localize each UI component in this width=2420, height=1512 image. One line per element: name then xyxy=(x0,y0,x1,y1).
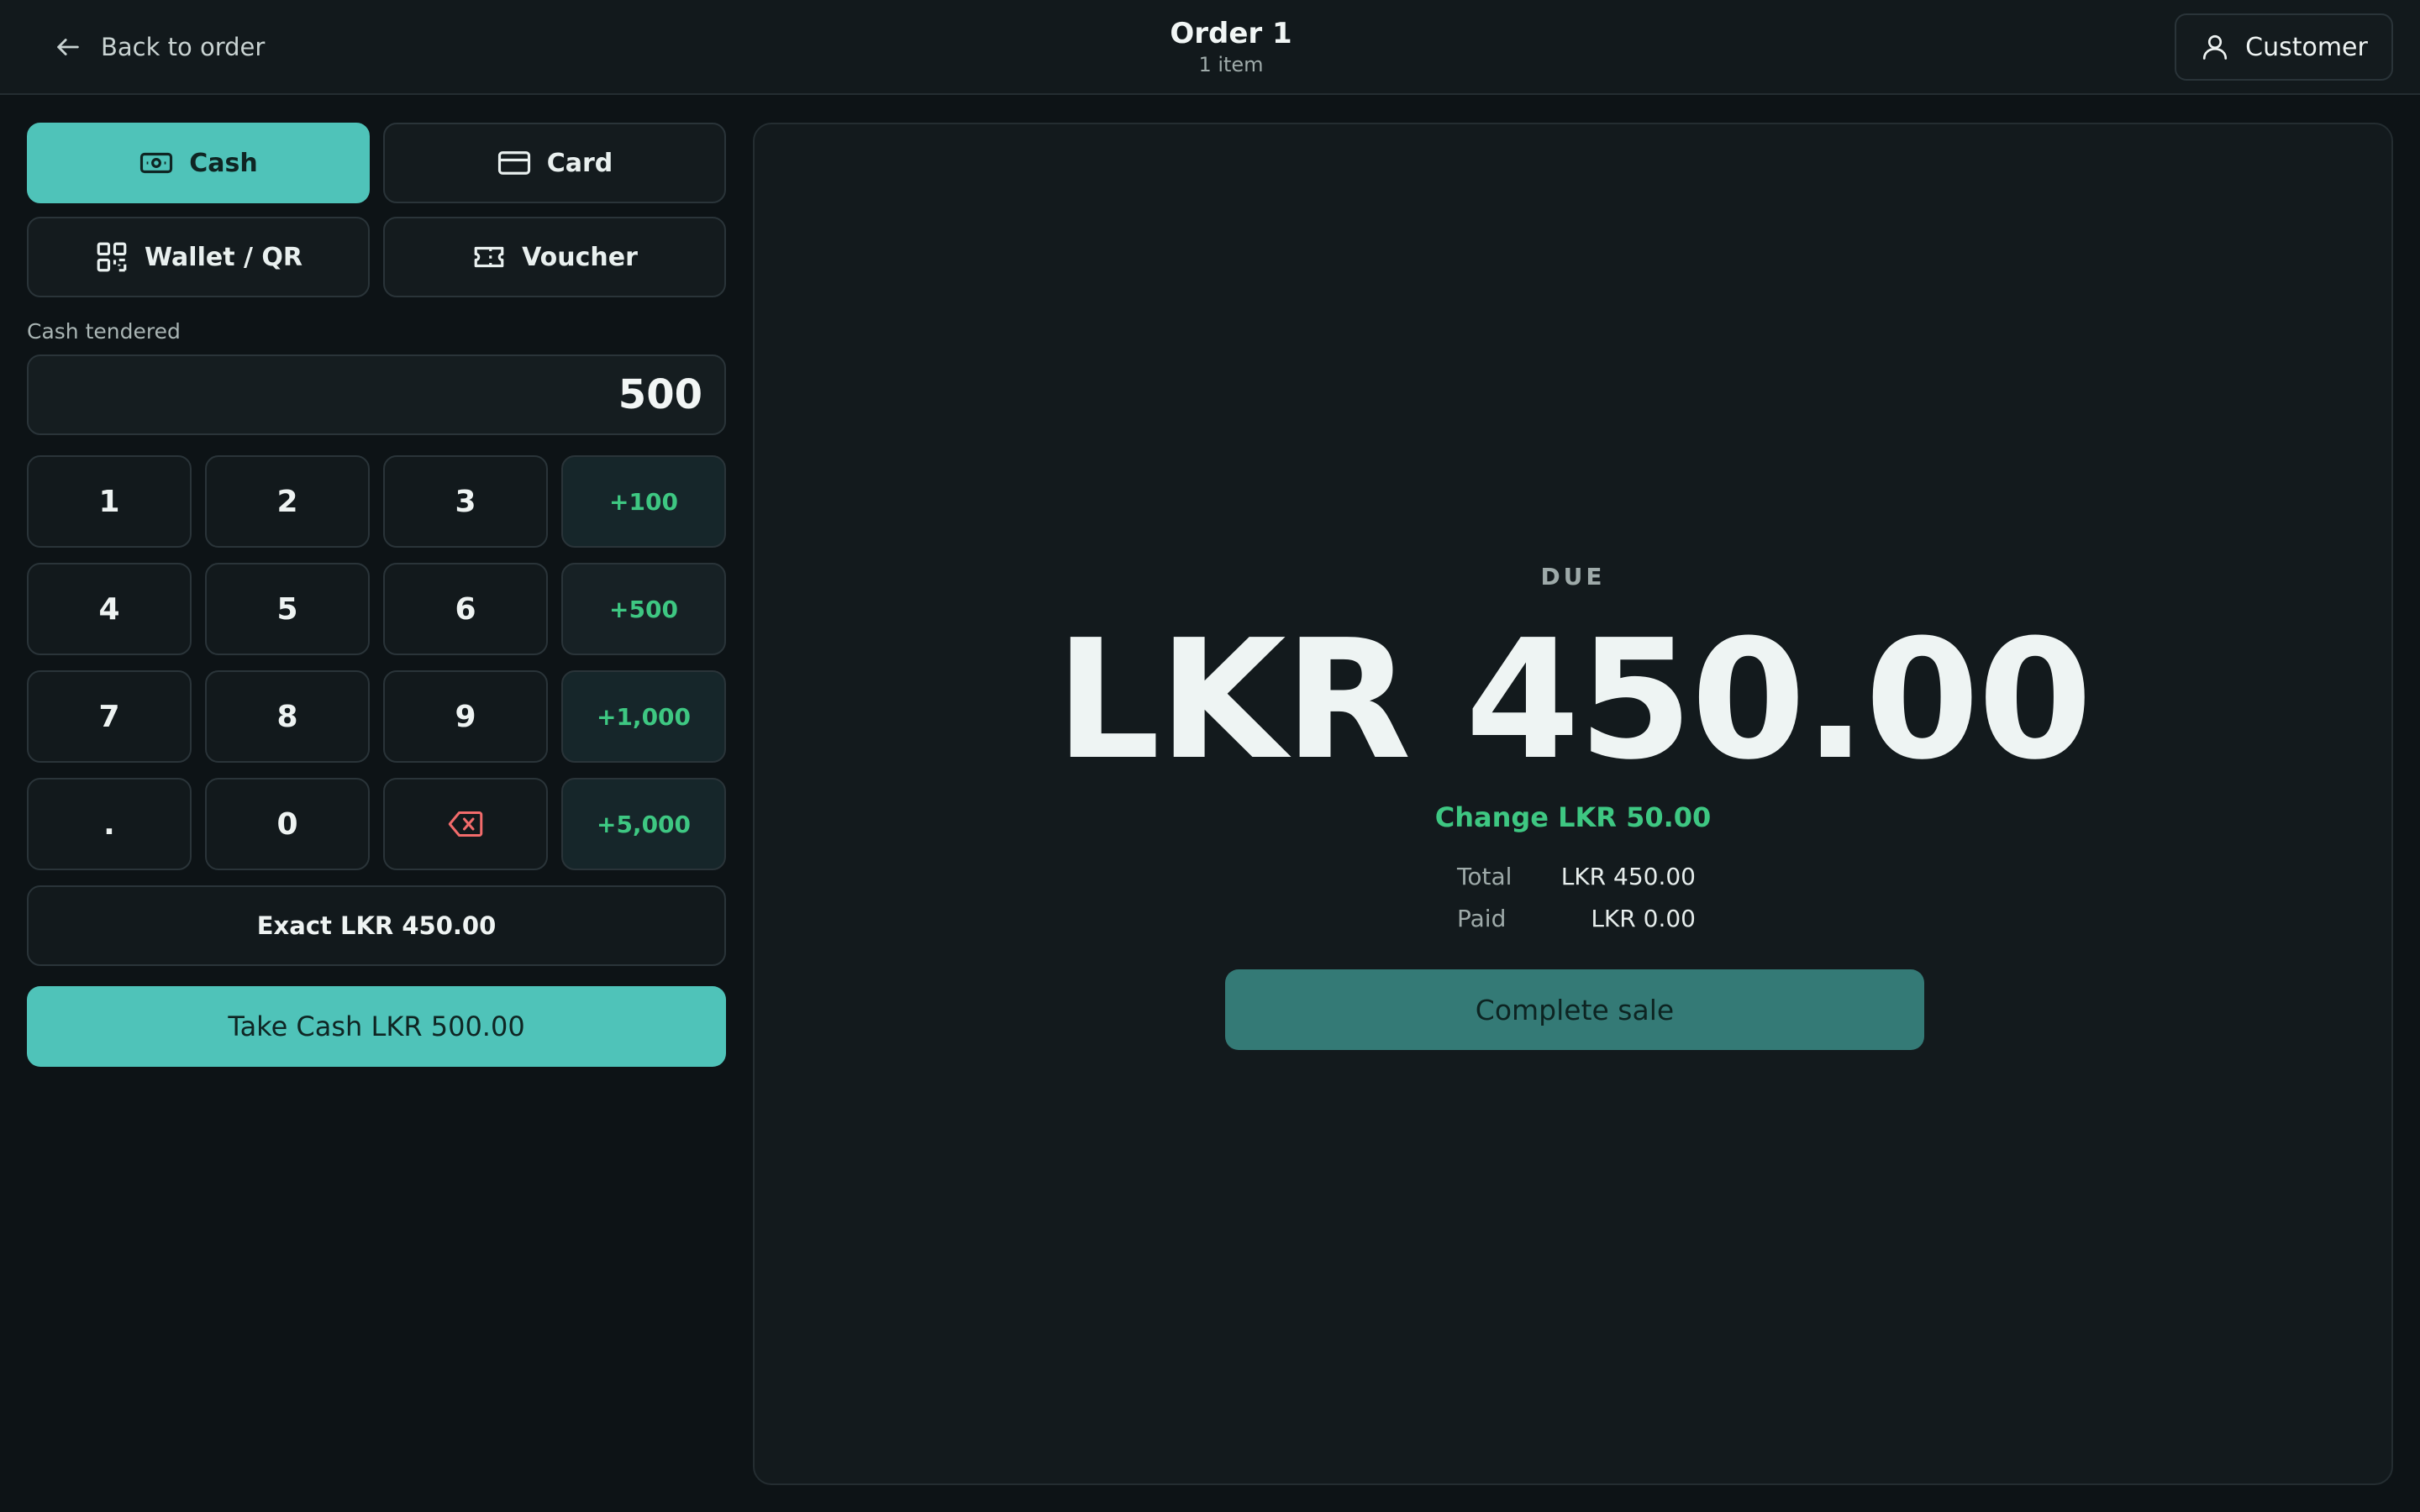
summary-paid-label: Paid xyxy=(1457,904,1507,932)
change-amount: Change LKR 50.00 xyxy=(1434,801,1712,833)
banknote-icon xyxy=(140,152,173,174)
method-cash-button[interactable]: Cash xyxy=(27,123,370,203)
summary-total-label: Total xyxy=(1457,862,1512,890)
keypad-7[interactable]: 7 xyxy=(27,670,192,763)
ticket-icon xyxy=(474,246,504,268)
keypad-9[interactable]: 9 xyxy=(383,670,548,763)
take-cash-label: Take Cash LKR 500.00 xyxy=(228,1011,525,1042)
method-wallet-qr-label: Wallet / QR xyxy=(145,242,302,272)
amount-due-panel: DUE LKR 450.00 Change LKR 50.00 Total LK… xyxy=(753,123,2393,1485)
keypad-4[interactable]: 4 xyxy=(27,563,192,655)
method-voucher-label: Voucher xyxy=(522,242,638,272)
keypad-2[interactable]: 2 xyxy=(205,455,370,548)
summary-total-value: LKR 450.00 xyxy=(1560,862,1696,890)
order-title: Order 1 xyxy=(1170,17,1292,50)
backspace-icon xyxy=(448,811,483,837)
keypad-1[interactable]: 1 xyxy=(27,455,192,548)
order-heading: Order 1 1 item xyxy=(1042,15,1420,77)
quick-add-1000-button[interactable]: +1,000 xyxy=(561,670,726,763)
method-card-label: Card xyxy=(546,148,613,178)
exact-amount-label: Exact LKR 450.00 xyxy=(256,911,497,940)
cash-tendered-label: Cash tendered xyxy=(27,319,181,344)
due-label: DUE xyxy=(1540,563,1606,591)
customer-button[interactable]: Customer xyxy=(2175,13,2393,81)
method-wallet-qr-button[interactable]: Wallet / QR xyxy=(27,217,370,297)
summary-paid-row: Paid LKR 0.00 xyxy=(1457,897,1696,939)
keypad-8[interactable]: 8 xyxy=(205,670,370,763)
keypad-backspace-button[interactable] xyxy=(383,778,548,870)
quick-add-5000-button[interactable]: +5,000 xyxy=(561,778,726,870)
cash-tendered-value: 500 xyxy=(618,371,702,418)
keypad-5[interactable]: 5 xyxy=(205,563,370,655)
summary-total-row: Total LKR 450.00 xyxy=(1457,855,1696,897)
summary-paid-value: LKR 0.00 xyxy=(1591,904,1696,932)
order-item-count: 1 item xyxy=(1198,53,1264,76)
exact-amount-button[interactable]: Exact LKR 450.00 xyxy=(27,885,726,966)
method-voucher-button[interactable]: Voucher xyxy=(383,217,726,297)
arrow-left-icon xyxy=(57,39,79,55)
top-bar: Back to order Order 1 1 item Customer xyxy=(0,0,2420,95)
quick-add-500-button[interactable]: +500 xyxy=(561,563,726,655)
cash-tendered-input[interactable]: 500 xyxy=(27,354,726,435)
back-to-order-label: Back to order xyxy=(101,33,266,61)
complete-sale-label: Complete sale xyxy=(1475,993,1675,1026)
method-cash-label: Cash xyxy=(189,148,258,178)
keypad-0[interactable]: 0 xyxy=(205,778,370,870)
due-amount: LKR 450.00 xyxy=(1055,605,2092,796)
quick-add-100-button[interactable]: +100 xyxy=(561,455,726,548)
take-cash-button[interactable]: Take Cash LKR 500.00 xyxy=(27,986,726,1067)
customer-label: Customer xyxy=(2245,32,2368,62)
payment-summary: Total LKR 450.00 Paid LKR 0.00 xyxy=(1457,855,1696,939)
credit-card-icon xyxy=(497,151,530,175)
keypad-6[interactable]: 6 xyxy=(383,563,548,655)
keypad-3[interactable]: 3 xyxy=(383,455,548,548)
user-icon xyxy=(2203,34,2228,60)
qr-code-icon xyxy=(97,242,127,272)
keypad-decimal[interactable]: . xyxy=(27,778,192,870)
method-card-button[interactable]: Card xyxy=(383,123,726,203)
complete-sale-button[interactable]: Complete sale xyxy=(1225,969,1924,1050)
back-to-order-link[interactable]: Back to order xyxy=(54,25,265,69)
